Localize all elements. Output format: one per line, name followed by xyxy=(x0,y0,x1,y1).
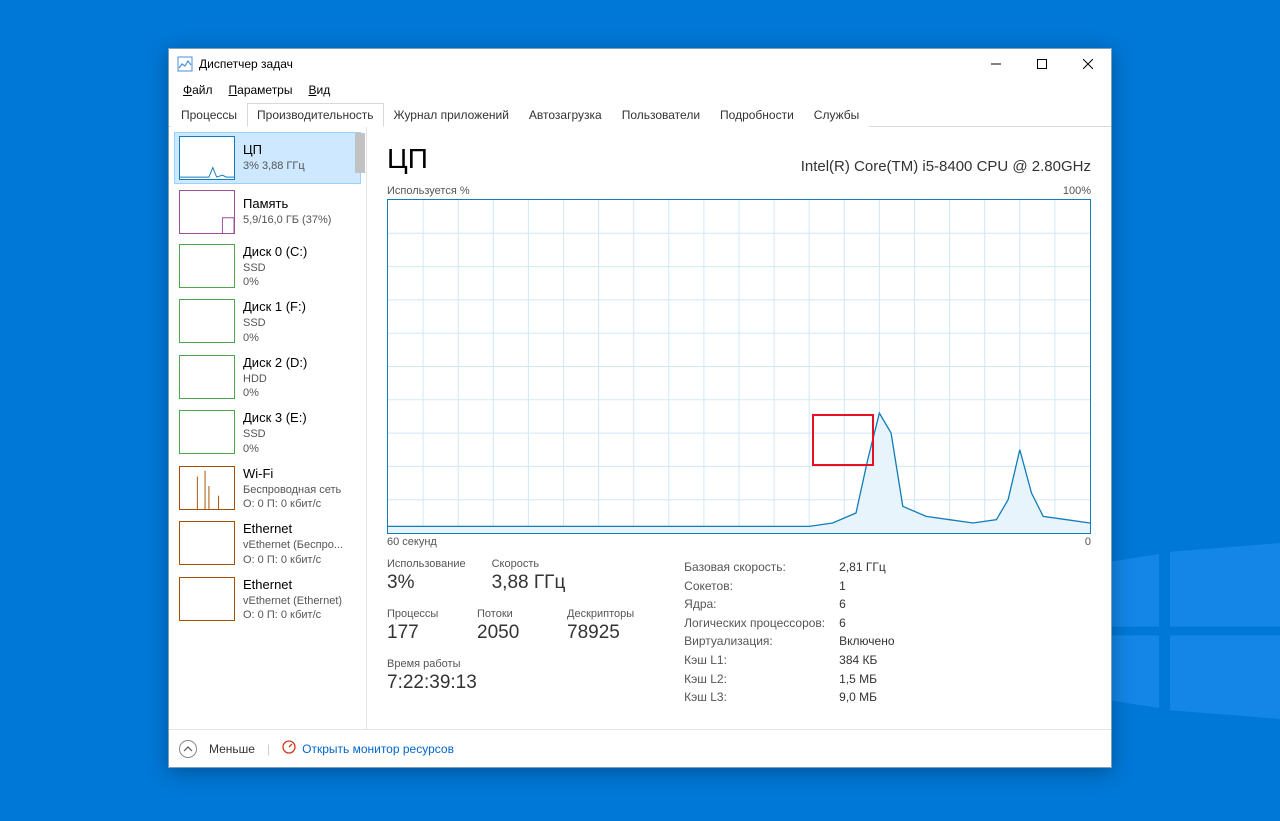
sidebar-item-title: Wi-Fi xyxy=(243,466,341,483)
annotation-highlight xyxy=(812,414,874,466)
detail-row: Кэш L3:9,0 МБ xyxy=(684,688,894,707)
sidebar-item-диск-2-d-[interactable]: Диск 2 (D:)HDD0% xyxy=(175,352,360,403)
close-button[interactable] xyxy=(1065,49,1111,79)
open-resource-monitor-link[interactable]: Открыть монитор ресурсов xyxy=(282,740,454,757)
titlebar: Диспетчер задач xyxy=(169,49,1111,79)
cpu-panel: ЦП Intel(R) Core(TM) i5-8400 CPU @ 2.80G… xyxy=(367,127,1111,729)
menu-options[interactable]: Параметры xyxy=(221,81,301,99)
sidebar-item-цп[interactable]: ЦП3% 3,88 ГГц xyxy=(175,133,360,183)
resource-monitor-icon xyxy=(282,740,296,757)
sidebar-scrollbar[interactable] xyxy=(355,133,365,173)
sidebar-item-sub1: vEthernet (Беспро... xyxy=(243,538,343,552)
sidebar-item-wi-fi[interactable]: Wi-FiБеспроводная сетьО: 0 П: 0 кбит/с xyxy=(175,463,360,514)
sidebar-thumb xyxy=(179,577,235,621)
window-title: Диспетчер задач xyxy=(199,57,293,71)
sidebar-item-ethernet[interactable]: EthernetvEthernet (Ethernet)О: 0 П: 0 кб… xyxy=(175,574,360,625)
detail-row: Кэш L2:1,5 МБ xyxy=(684,670,894,689)
detail-row: Базовая скорость:2,81 ГГц xyxy=(684,558,894,577)
cpu-usage-chart[interactable] xyxy=(387,199,1091,534)
sidebar-thumb xyxy=(179,299,235,343)
detail-row: Кэш L1:384 КБ xyxy=(684,651,894,670)
task-manager-window: Диспетчер задач Файл Параметры Вид Проце… xyxy=(168,48,1112,768)
sidebar-item-title: Память xyxy=(243,196,331,213)
sidebar-item-ethernet[interactable]: EthernetvEthernet (Беспро...О: 0 П: 0 кб… xyxy=(175,518,360,569)
sidebar-thumb xyxy=(179,521,235,565)
sidebar-item-sub2: 0% xyxy=(243,442,307,456)
sidebar-item-sub1: Беспроводная сеть xyxy=(243,483,341,497)
sidebar-item-sub1: HDD xyxy=(243,372,307,386)
tab-performance[interactable]: Производительность xyxy=(247,103,383,127)
sidebar-thumb xyxy=(179,190,235,234)
detail-row: Сокетов:1 xyxy=(684,577,894,596)
detail-row: Виртуализация:Включено xyxy=(684,632,894,651)
sidebar-item-sub1: SSD xyxy=(243,316,306,330)
sidebar-thumb xyxy=(179,355,235,399)
chart-xleft: 60 секунд xyxy=(387,536,437,548)
sidebar-item-sub2: О: 0 П: 0 кбит/с xyxy=(243,553,343,567)
fewer-details-link[interactable]: Меньше xyxy=(209,742,255,756)
collapse-icon[interactable] xyxy=(179,740,197,758)
chart-xright: 0 xyxy=(1085,536,1091,548)
sidebar-item-sub2: 0% xyxy=(243,275,307,289)
sidebar-thumb xyxy=(179,410,235,454)
tab-users[interactable]: Пользователи xyxy=(612,103,710,127)
sidebar-item-sub2: 0% xyxy=(243,386,307,400)
detail-row: Ядра:6 xyxy=(684,595,894,614)
sidebar-item-sub2: О: 0 П: 0 кбит/с xyxy=(243,497,341,511)
chart-ymax: 100% xyxy=(1063,185,1091,197)
sidebar-item-title: Ethernet xyxy=(243,577,342,594)
sidebar-item-sub1: 3% 3,88 ГГц xyxy=(243,159,305,173)
content-area: ЦП3% 3,88 ГГцПамять5,9/16,0 ГБ (37%)Диск… xyxy=(169,127,1111,729)
sidebar-item-sub1: 5,9/16,0 ГБ (37%) xyxy=(243,213,331,227)
menu-view[interactable]: Вид xyxy=(300,81,338,99)
app-icon xyxy=(177,56,193,72)
sidebar-item-sub1: SSD xyxy=(243,427,307,441)
sidebar-item-title: Диск 2 (D:) xyxy=(243,355,307,372)
sidebar-item-title: Диск 1 (F:) xyxy=(243,299,306,316)
resource-sidebar: ЦП3% 3,88 ГГцПамять5,9/16,0 ГБ (37%)Диск… xyxy=(169,127,367,729)
stat-threads: Потоки 2050 xyxy=(477,608,541,644)
cpu-details-list: Базовая скорость:2,81 ГГцСокетов:1Ядра:6… xyxy=(684,558,894,707)
menu-file[interactable]: Файл xyxy=(175,81,221,99)
page-title: ЦП xyxy=(387,143,428,175)
stat-processes: Процессы 177 xyxy=(387,608,451,644)
detail-row: Логических процессоров:6 xyxy=(684,614,894,633)
tab-details[interactable]: Подробности xyxy=(710,103,804,127)
sidebar-item-память[interactable]: Память5,9/16,0 ГБ (37%) xyxy=(175,187,360,237)
sidebar-item-title: ЦП xyxy=(243,142,305,159)
stat-handles: Дескрипторы 78925 xyxy=(567,608,634,644)
tab-processes[interactable]: Процессы xyxy=(171,103,247,127)
stat-uptime: Время работы 7:22:39:13 xyxy=(387,658,634,694)
sidebar-item-title: Диск 0 (C:) xyxy=(243,244,307,261)
minimize-button[interactable] xyxy=(973,49,1019,79)
sidebar-item-диск-0-c-[interactable]: Диск 0 (C:)SSD0% xyxy=(175,241,360,292)
sidebar-item-title: Ethernet xyxy=(243,521,343,538)
tab-app-history[interactable]: Журнал приложений xyxy=(384,103,519,127)
stat-speed: Скорость 3,88 ГГц xyxy=(492,558,566,594)
chart-ylabel: Используется % xyxy=(387,185,470,197)
sidebar-item-title: Диск 3 (E:) xyxy=(243,410,307,427)
sidebar-thumb xyxy=(179,466,235,510)
sidebar-thumb xyxy=(179,244,235,288)
maximize-button[interactable] xyxy=(1019,49,1065,79)
sidebar-item-sub2: 0% xyxy=(243,331,306,345)
tab-bar: Процессы Производительность Журнал прило… xyxy=(169,101,1111,127)
tab-services[interactable]: Службы xyxy=(804,103,869,127)
cpu-model: Intel(R) Core(TM) i5-8400 CPU @ 2.80GHz xyxy=(801,158,1091,175)
menubar: Файл Параметры Вид xyxy=(169,79,1111,101)
footer-bar: Меньше | Открыть монитор ресурсов xyxy=(169,729,1111,767)
tab-startup[interactable]: Автозагрузка xyxy=(519,103,612,127)
sidebar-thumb xyxy=(179,136,235,180)
sidebar-item-sub1: SSD xyxy=(243,261,307,275)
sidebar-item-sub2: О: 0 П: 0 кбит/с xyxy=(243,608,342,622)
sidebar-item-sub1: vEthernet (Ethernet) xyxy=(243,594,342,608)
sidebar-item-диск-3-e-[interactable]: Диск 3 (E:)SSD0% xyxy=(175,407,360,458)
stat-utilization: Использование 3% xyxy=(387,558,466,594)
sidebar-item-диск-1-f-[interactable]: Диск 1 (F:)SSD0% xyxy=(175,296,360,347)
